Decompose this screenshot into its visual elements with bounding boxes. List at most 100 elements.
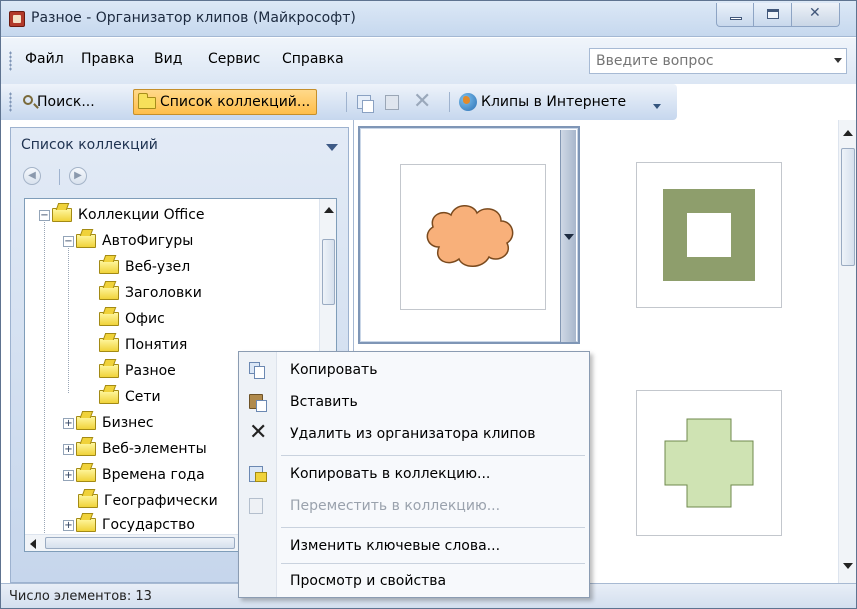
tree-item-autoshapes[interactable]: − АвтоФигуры [63, 228, 193, 254]
expand-icon[interactable]: + [63, 469, 74, 481]
tree-item-label: Сети [125, 389, 161, 405]
minimize-button[interactable] [716, 3, 754, 27]
expand-icon[interactable]: + [63, 443, 74, 455]
folder-icon [99, 260, 119, 274]
expand-icon[interactable]: + [63, 519, 74, 531]
menu-help[interactable]: Справка [282, 51, 344, 67]
tree-item-misc[interactable]: Разное [99, 358, 176, 384]
scroll-thumb[interactable] [841, 148, 855, 266]
close-button[interactable]: ✕ [792, 3, 840, 27]
menu-grip[interactable] [9, 51, 12, 71]
search-button[interactable]: Поиск... [23, 89, 95, 115]
menu-edit[interactable]: Правка [81, 51, 134, 67]
maximize-icon [767, 9, 779, 19]
delete-icon: ✕ [249, 420, 268, 445]
menu-item-preview-properties[interactable]: Просмотр и свойства [239, 566, 589, 596]
app-icon[interactable] [9, 11, 25, 27]
context-menu: Копировать Вставить ✕ Удалить из организ… [238, 351, 590, 598]
tree-guide [68, 239, 69, 393]
search-icon [23, 95, 33, 105]
folder-icon [76, 234, 96, 248]
clip-preview [636, 390, 782, 536]
back-icon[interactable]: ◀ [23, 167, 41, 185]
window-title: Разное - Организатор клипов (Майкрософт) [31, 10, 356, 26]
menu-item-paste[interactable]: Вставить [239, 387, 589, 417]
cloud-shape [426, 205, 514, 267]
frame-shape [663, 189, 755, 281]
scroll-up-icon[interactable] [324, 207, 334, 213]
menu-item-edit-keywords[interactable]: Изменить ключевые слова... [239, 531, 589, 561]
tree-item-business[interactable]: + Бизнес [63, 410, 154, 436]
collapse-icon[interactable]: − [39, 209, 50, 221]
menu-file[interactable]: Файл [25, 51, 64, 67]
pane-menu-icon[interactable] [326, 144, 338, 151]
menu-view[interactable]: Вид [154, 51, 182, 67]
tree-item-label: Веб-элементы [102, 441, 207, 457]
ask-question-input[interactable] [590, 49, 818, 73]
collection-list-label: Список коллекций... [160, 94, 311, 110]
menu-bar: Файл Правка Вид Сервис Справка [1, 38, 856, 84]
folder-icon [76, 442, 96, 456]
tree-item-networks[interactable]: Сети [99, 384, 161, 410]
menu-item-label: Переместить в коллекцию... [290, 498, 501, 514]
maximize-button[interactable] [754, 3, 792, 27]
tree-item-office-collections[interactable]: − Коллекции Office [39, 202, 205, 228]
online-clips-label: Клипы в Интернете [481, 94, 627, 110]
paste-icon [385, 94, 399, 110]
menu-item-label: Копировать в коллекцию... [290, 466, 491, 482]
tree-item-office[interactable]: Офис [99, 306, 165, 332]
window-controls: ✕ [716, 3, 840, 29]
ask-dropdown-icon[interactable] [834, 58, 842, 63]
clip-menu-button[interactable] [560, 130, 576, 342]
tree-item-geography[interactable]: Географически [78, 488, 218, 514]
folder-icon [78, 494, 98, 508]
menu-tools[interactable]: Сервис [208, 51, 260, 67]
ask-question-box[interactable] [589, 48, 847, 74]
collapse-icon[interactable]: − [63, 235, 74, 247]
clip-preview [636, 162, 782, 308]
menu-separator [281, 455, 585, 456]
scroll-left-icon[interactable] [30, 539, 36, 549]
tree-item-seasons[interactable]: + Времена года [63, 462, 205, 488]
item-count: Число элементов: 13 [9, 589, 152, 604]
copy-button[interactable] [357, 89, 375, 115]
menu-item-delete[interactable]: ✕ Удалить из организатора клипов [239, 419, 589, 449]
tree-item-headings[interactable]: Заголовки [99, 280, 202, 306]
toolbar-separator [346, 92, 347, 112]
paste-icon [249, 394, 267, 412]
clip-tile-cloud[interactable] [358, 126, 580, 344]
folder-icon [138, 93, 156, 109]
menu-item-copy[interactable]: Копировать [239, 355, 589, 385]
scroll-thumb[interactable] [322, 239, 335, 305]
folder-icon [76, 416, 96, 430]
collection-list-button[interactable]: Список коллекций... [133, 89, 318, 115]
folder-icon [99, 390, 119, 404]
copy-icon [357, 95, 374, 113]
tree-item-concepts[interactable]: Понятия [99, 332, 187, 358]
tree-item-website[interactable]: Веб-узел [99, 254, 190, 280]
menu-item-label: Удалить из организатора клипов [290, 426, 536, 442]
clip-tile-frame[interactable] [596, 126, 818, 344]
scroll-up-icon[interactable] [843, 130, 853, 136]
scroll-thumb[interactable] [45, 537, 235, 549]
clip-preview [400, 164, 546, 310]
title-bar[interactable]: Разное - Организатор клипов (Майкрософт)… [1, 1, 856, 37]
gallery-vertical-scrollbar[interactable] [838, 120, 856, 583]
move-to-collection-icon [249, 498, 263, 514]
forward-icon[interactable]: ▶ [69, 167, 87, 185]
toolbar-grip[interactable] [9, 92, 12, 112]
toolbar-options-icon[interactable] [653, 104, 661, 109]
scroll-down-icon[interactable] [843, 563, 853, 569]
clip-tile-cross[interactable] [596, 354, 818, 572]
expand-icon[interactable]: + [63, 417, 74, 429]
tree-item-label: Разное [125, 363, 176, 379]
minimize-icon [730, 17, 742, 20]
online-clips-button[interactable]: Клипы в Интернете [459, 89, 626, 115]
tree-item-web-elements[interactable]: + Веб-элементы [63, 436, 207, 462]
menu-separator [281, 563, 585, 564]
menu-item-move-to-collection: Переместить в коллекцию... [239, 491, 589, 521]
menu-item-copy-to-collection[interactable]: Копировать в коллекцию... [239, 459, 589, 489]
paste-button[interactable] [385, 89, 403, 115]
pane-title: Список коллекций [21, 137, 158, 153]
delete-button[interactable]: ✕ [413, 89, 433, 115]
